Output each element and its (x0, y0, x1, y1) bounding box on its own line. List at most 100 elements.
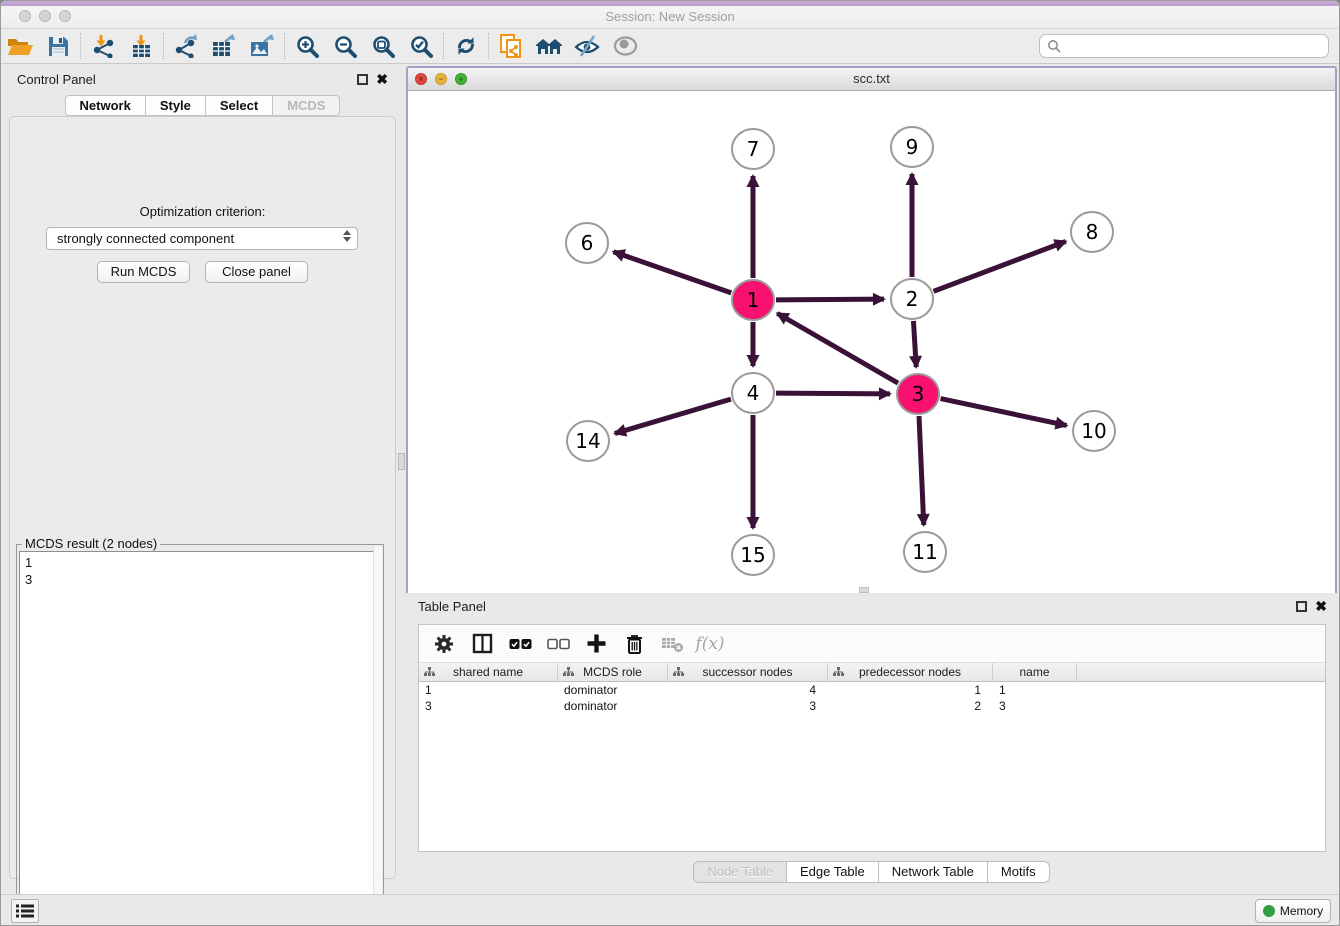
list-icon (15, 903, 35, 919)
edge-4-14[interactable] (615, 399, 731, 433)
tab-node-table[interactable]: Node Table (693, 861, 787, 883)
refresh-icon (454, 34, 478, 58)
mcds-result-group: MCDS result (2 nodes) 1 3 (16, 544, 384, 920)
cell-2-shared-name[interactable]: 3 (419, 698, 558, 714)
open-session-button[interactable] (1, 31, 39, 61)
node-label-10: 10 (1081, 419, 1106, 443)
cell-2-successor-nodes[interactable]: 3 (668, 698, 828, 714)
tab-select[interactable]: Select (206, 95, 273, 116)
refresh-network-button[interactable] (447, 31, 485, 61)
eye-slash-icon (574, 34, 600, 58)
tab-motifs[interactable]: Motifs (988, 861, 1050, 883)
export-image-icon (249, 34, 275, 58)
graphics-details-button[interactable] (606, 31, 644, 61)
horizontal-splitter-handle[interactable] (859, 587, 869, 593)
column-header-shared-name[interactable]: shared name (419, 663, 558, 681)
import-network-button[interactable] (84, 31, 122, 61)
show-hide-graphics-button[interactable] (568, 31, 606, 61)
import-table-icon (129, 34, 153, 58)
cell-1-predecessor-nodes[interactable]: 1 (828, 682, 993, 698)
tab-network-table[interactable]: Network Table (879, 861, 988, 883)
column-header-name[interactable]: name (993, 663, 1077, 681)
toggle-panel-columns-button[interactable] (465, 628, 499, 660)
table-row-1[interactable]: 1dominator411 (419, 682, 1325, 698)
cell-1-shared-name[interactable]: 1 (419, 682, 558, 698)
edge-3-1[interactable] (777, 313, 898, 383)
edge-4-3[interactable] (776, 393, 890, 394)
node-table: shared nameMCDS rolesuccessor nodesprede… (419, 663, 1325, 714)
select-all-checkboxes-button[interactable] (503, 628, 537, 660)
table-options-button[interactable] (427, 628, 461, 660)
edge-1-2[interactable] (776, 299, 884, 300)
edge-3-10[interactable] (941, 399, 1067, 426)
task-history-button[interactable] (11, 899, 39, 923)
tab-style[interactable]: Style (146, 95, 206, 116)
table-header-row: shared nameMCDS rolesuccessor nodesprede… (419, 663, 1325, 682)
cell-2-name[interactable]: 3 (993, 698, 1077, 714)
edge-3-11[interactable] (919, 416, 924, 525)
delete-columns-button[interactable] (617, 628, 651, 660)
column-header-MCDS-role[interactable]: MCDS role (558, 663, 668, 681)
main-toolbar (1, 29, 1339, 64)
vertical-splitter-handle[interactable] (398, 453, 405, 470)
network-window-controls: × − + (415, 73, 467, 85)
zoom-in-button[interactable] (288, 31, 326, 61)
column-header-successor-nodes[interactable]: successor nodes (668, 663, 828, 681)
export-image-button[interactable] (243, 31, 281, 61)
result-scrollbar[interactable] (373, 546, 382, 918)
memory-button[interactable]: Memory (1255, 899, 1331, 923)
window-title: Session: New Session (1, 9, 1339, 24)
window-accent-strip (1, 1, 1339, 6)
search-field[interactable] (1039, 34, 1329, 58)
cell-1-successor-nodes[interactable]: 4 (668, 682, 828, 698)
network-window-titlebar[interactable]: × − + scc.txt (408, 68, 1335, 91)
edge-1-6[interactable] (613, 252, 731, 293)
close-view-icon[interactable]: × (415, 73, 427, 85)
trash-icon (624, 633, 645, 655)
first-neighbors-button[interactable] (530, 31, 568, 61)
close-table-panel-icon[interactable]: ✖ (1315, 599, 1327, 613)
deselect-all-checkboxes-button[interactable] (541, 628, 575, 660)
tab-edge-table[interactable]: Edge Table (787, 861, 879, 883)
zoom-fit-button[interactable] (364, 31, 402, 61)
node-label-14: 14 (575, 429, 600, 453)
export-network-icon (174, 34, 198, 58)
table-row-2[interactable]: 3dominator323 (419, 698, 1325, 714)
import-table-button[interactable] (122, 31, 160, 61)
minimize-view-icon[interactable]: − (435, 73, 447, 85)
run-mcds-button[interactable]: Run MCDS (97, 261, 190, 283)
save-session-button[interactable] (39, 31, 77, 61)
float-table-panel-icon[interactable] (1296, 601, 1307, 612)
float-panel-icon[interactable] (357, 74, 368, 85)
close-panel-icon[interactable]: ✖ (376, 72, 388, 86)
node-label-7: 7 (747, 137, 760, 161)
optimization-criterion-select[interactable]: strongly connected component (46, 227, 358, 250)
cell-1-MCDS-role[interactable]: dominator (558, 682, 668, 698)
tab-mcds[interactable]: MCDS (273, 95, 340, 116)
edge-2-8[interactable] (934, 241, 1066, 291)
cell-1-name[interactable]: 1 (993, 682, 1077, 698)
cell-2-predecessor-nodes[interactable]: 2 (828, 698, 993, 714)
memory-status-icon (1263, 905, 1275, 917)
zoom-selected-button[interactable] (402, 31, 440, 61)
column-header-predecessor-nodes[interactable]: predecessor nodes (828, 663, 993, 681)
edge-2-3[interactable] (913, 321, 916, 367)
cell-2-MCDS-role[interactable]: dominator (558, 698, 668, 714)
mcds-panel-body: Optimization criterion: strongly connect… (9, 116, 396, 879)
table-tabs: Node Table Edge Table Network Table Moti… (406, 861, 1337, 883)
hierarchy-icon (673, 667, 684, 677)
zoom-out-button[interactable] (326, 31, 364, 61)
close-panel-button[interactable]: Close panel (205, 261, 308, 283)
maximize-view-icon[interactable]: + (455, 73, 467, 85)
clone-network-button[interactable] (492, 31, 530, 61)
tab-network[interactable]: Network (65, 95, 146, 116)
table-panel: Table Panel ✖ (406, 596, 1337, 891)
table-panel-header: Table Panel ✖ (406, 596, 1337, 622)
export-table-button[interactable] (205, 31, 243, 61)
create-column-button[interactable] (579, 628, 613, 660)
node-label-8: 8 (1086, 220, 1099, 244)
export-network-button[interactable] (167, 31, 205, 61)
delete-table-button-disabled (655, 628, 689, 660)
search-input[interactable] (1061, 36, 1328, 56)
network-canvas[interactable]: 7968124314101511 (408, 91, 1335, 593)
